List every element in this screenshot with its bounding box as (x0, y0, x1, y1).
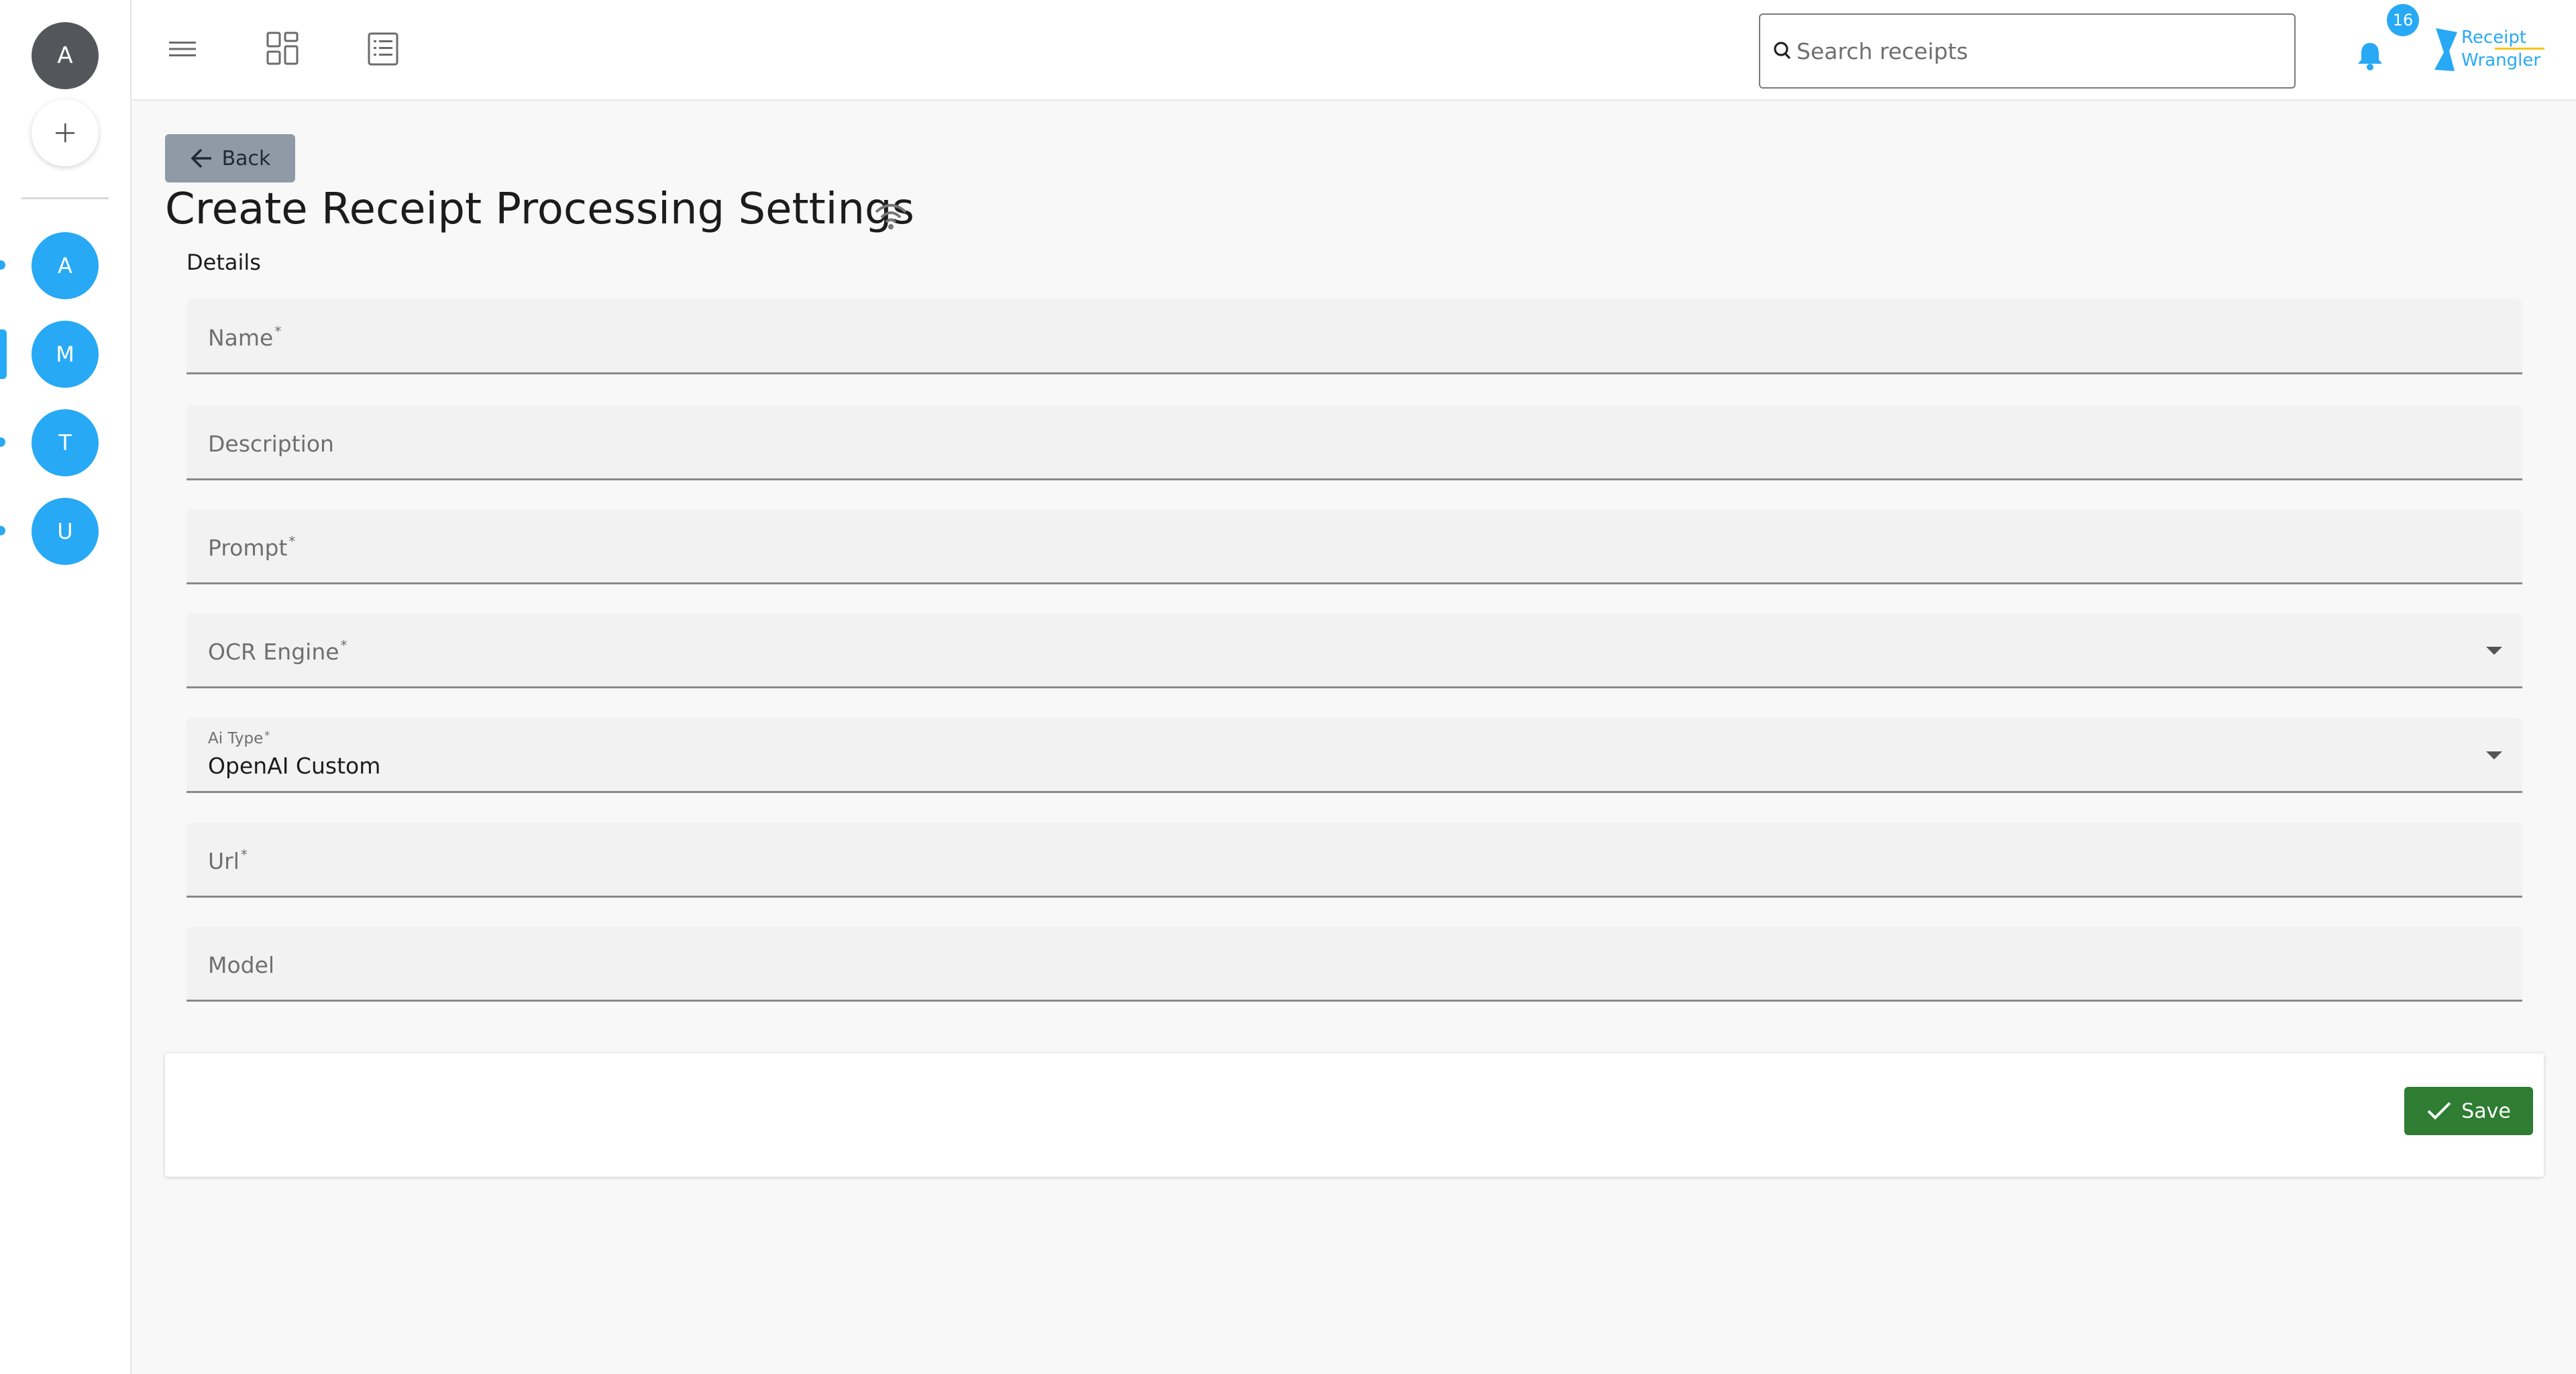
group-selected-indicator (0, 329, 7, 379)
rail-divider (21, 197, 109, 199)
ai-type-value: OpenAI Custom (208, 753, 381, 779)
search-icon (1774, 42, 1791, 60)
arrow-left-icon (191, 148, 211, 168)
model-field[interactable]: Model (186, 927, 2522, 1002)
prompt-field[interactable]: Prompt * (186, 509, 2522, 584)
description-field[interactable]: Description (186, 405, 2522, 480)
group-avatar-u[interactable]: U (32, 498, 99, 565)
plus-icon (56, 123, 74, 142)
list-document-icon (368, 32, 398, 66)
notification-count-badge: 16 (2387, 4, 2419, 36)
logo-text-line1: Receipt (2461, 28, 2527, 48)
wifi-connection-icon (875, 204, 907, 229)
notification-count: 16 (2392, 11, 2414, 30)
group-avatar-t[interactable]: T (32, 409, 99, 476)
back-button-label: Back (221, 146, 271, 170)
checkmark-icon (2427, 1102, 2451, 1120)
form-actions-card (165, 1053, 2544, 1177)
name-field-label: Name * (208, 323, 282, 351)
notifications-bell-icon[interactable] (2351, 38, 2389, 75)
app-logo[interactable]: Receipt Wrangler (2432, 24, 2546, 75)
group-indicator-dot (0, 437, 5, 447)
group-avatar-a[interactable]: A (32, 232, 99, 299)
save-button-label: Save (2461, 1099, 2511, 1123)
group-avatar-initial: U (57, 519, 73, 544)
lasso-logo-icon (2434, 28, 2457, 71)
name-field[interactable]: Name * (186, 299, 2522, 374)
back-button[interactable]: Back (165, 134, 295, 182)
url-field-label: Url * (208, 847, 248, 874)
add-group-button[interactable] (32, 99, 99, 166)
model-field-label: Model (208, 952, 275, 978)
group-indicator-dot (0, 260, 5, 270)
details-section-label: Details (186, 250, 261, 275)
user-avatar[interactable]: A (32, 22, 99, 89)
page-title: Create Receipt Processing Settings (165, 184, 914, 234)
menu-button[interactable] (160, 27, 205, 71)
group-avatar-initial: T (58, 430, 72, 456)
group-avatar-m[interactable]: M (32, 321, 99, 388)
ocr-engine-field-label: OCR Engine * (208, 637, 347, 665)
hamburger-icon (169, 42, 196, 56)
logo-text-line2: Wrangler (2461, 50, 2541, 70)
logo-underline-icon (2495, 48, 2544, 50)
dashboard-grid-icon (266, 32, 299, 65)
dashboard-button[interactable] (261, 27, 305, 71)
ai-type-select[interactable]: Ai Type * OpenAI Custom (186, 718, 2522, 793)
dropdown-caret-icon (2486, 647, 2502, 655)
url-field[interactable]: Url * (186, 823, 2522, 898)
group-indicator-dot (0, 526, 5, 535)
search-input[interactable] (1796, 38, 2279, 64)
ocr-engine-select[interactable]: OCR Engine * (186, 613, 2522, 688)
group-avatar-initial: A (58, 253, 72, 278)
user-avatar-initial: A (57, 42, 73, 69)
description-field-label: Description (208, 431, 334, 457)
search-field[interactable] (1759, 13, 2296, 89)
prompt-field-label: Prompt * (208, 533, 296, 561)
left-rail: A A M T U (0, 0, 131, 1374)
ai-type-field-label: Ai Type * (208, 729, 270, 747)
save-button[interactable]: Save (2404, 1087, 2533, 1135)
group-avatar-initial: M (56, 341, 74, 367)
receipts-list-button[interactable] (361, 27, 405, 71)
dropdown-caret-icon (2486, 751, 2502, 759)
